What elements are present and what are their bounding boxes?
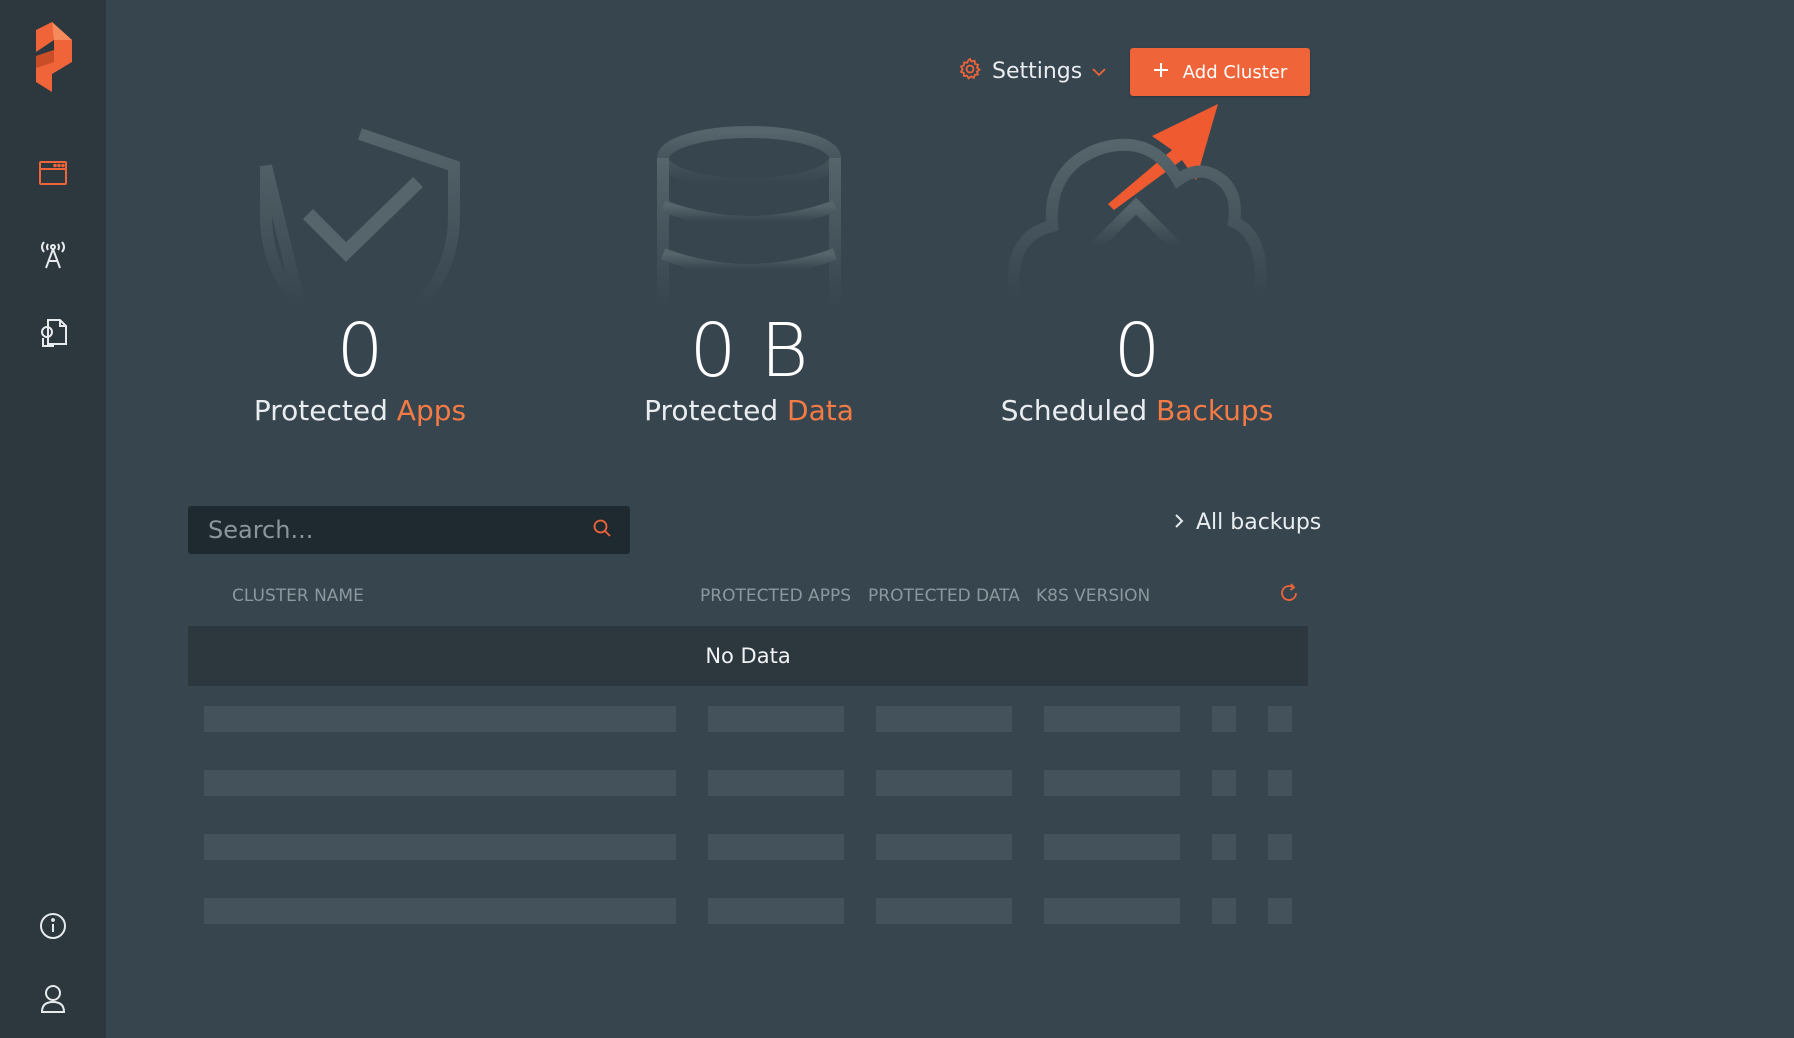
column-header-protected-apps[interactable]: PROTECTED APPS — [700, 586, 851, 606]
skeleton-cell — [708, 834, 844, 860]
stat-label-prefix: Protected — [253, 394, 388, 427]
user-icon[interactable] — [0, 984, 106, 1014]
settings-menu[interactable]: Settings — [958, 54, 1106, 88]
documents-icon[interactable] — [0, 316, 106, 348]
column-header-cluster-name[interactable]: CLUSTER NAME — [232, 586, 364, 606]
plus-icon — [1153, 62, 1169, 83]
database-icon — [549, 126, 949, 316]
cloud-upload-icon — [937, 126, 1337, 316]
stat-label-accent: Apps — [396, 394, 467, 427]
search-input[interactable] — [208, 516, 592, 544]
search-box — [188, 506, 630, 554]
column-header-k8s-version[interactable]: K8S VERSION — [1036, 586, 1150, 606]
search-icon[interactable] — [592, 518, 612, 542]
skeleton-cell — [1212, 898, 1236, 924]
stat-label-prefix: Protected — [644, 394, 779, 427]
skeleton-cell — [876, 834, 1012, 860]
stat-label: Protected Apps — [160, 394, 560, 428]
stat-protected-apps: 0 Protected Apps — [160, 126, 560, 428]
info-icon[interactable] — [0, 912, 106, 940]
stat-label-accent: Data — [787, 394, 854, 427]
skeleton-cell — [204, 706, 676, 732]
stat-protected-data: 0 B Protected Data — [549, 126, 949, 428]
skeleton-cell — [1268, 898, 1292, 924]
skeleton-cell — [1268, 706, 1292, 732]
skeleton-cell — [1212, 834, 1236, 860]
skeleton-cell — [1044, 834, 1180, 860]
skeleton-cell — [708, 770, 844, 796]
sidebar — [0, 0, 106, 1038]
skeleton-cell — [204, 898, 676, 924]
stat-label: Scheduled Backups — [937, 394, 1337, 428]
skeleton-cell — [1212, 706, 1236, 732]
skeleton-cell — [876, 770, 1012, 796]
skeleton-cell — [876, 706, 1012, 732]
skeleton-cell — [1044, 770, 1180, 796]
stat-label-prefix: Scheduled — [1000, 394, 1148, 427]
portworx-logo[interactable] — [0, 22, 106, 92]
skeleton-cell — [1044, 898, 1180, 924]
skeleton-cell — [204, 770, 676, 796]
stat-label-accent: Backups — [1156, 394, 1274, 427]
skeleton-row — [188, 898, 1308, 924]
skeleton-cell — [204, 834, 676, 860]
skeleton-row — [188, 770, 1308, 796]
add-cluster-label: Add Cluster — [1182, 61, 1288, 83]
skeleton-cell — [1212, 770, 1236, 796]
chevron-right-icon — [1174, 510, 1184, 535]
skeleton-row — [188, 834, 1308, 860]
skeleton-cell — [708, 706, 844, 732]
column-header-protected-data[interactable]: PROTECTED DATA — [868, 586, 1020, 606]
all-backups-label: All backups — [1196, 509, 1322, 535]
refresh-icon[interactable] — [1278, 582, 1300, 609]
skeleton-cell — [708, 898, 844, 924]
table-empty-state: No Data — [188, 626, 1308, 686]
settings-label: Settings — [992, 58, 1083, 84]
skeleton-cell — [1268, 834, 1292, 860]
skeleton-cell — [876, 898, 1012, 924]
stat-value: 0 B — [689, 308, 809, 394]
stat-scheduled-backups: 0 Scheduled Backups — [937, 126, 1337, 428]
shield-check-icon — [160, 126, 560, 316]
add-cluster-button[interactable]: Add Cluster — [1130, 48, 1310, 96]
antenna-icon[interactable] — [0, 238, 106, 270]
stat-label: Protected Data — [549, 394, 949, 428]
skeleton-cell — [1268, 770, 1292, 796]
chevron-down-icon — [1092, 62, 1106, 81]
skeleton-row — [188, 706, 1308, 732]
skeleton-cell — [1044, 706, 1180, 732]
stat-value: 0 — [336, 308, 384, 394]
gear-icon — [958, 57, 982, 85]
all-backups-link[interactable]: All backups — [1174, 506, 1321, 538]
stat-value: 0 — [1113, 308, 1161, 394]
applications-icon[interactable] — [0, 160, 106, 186]
